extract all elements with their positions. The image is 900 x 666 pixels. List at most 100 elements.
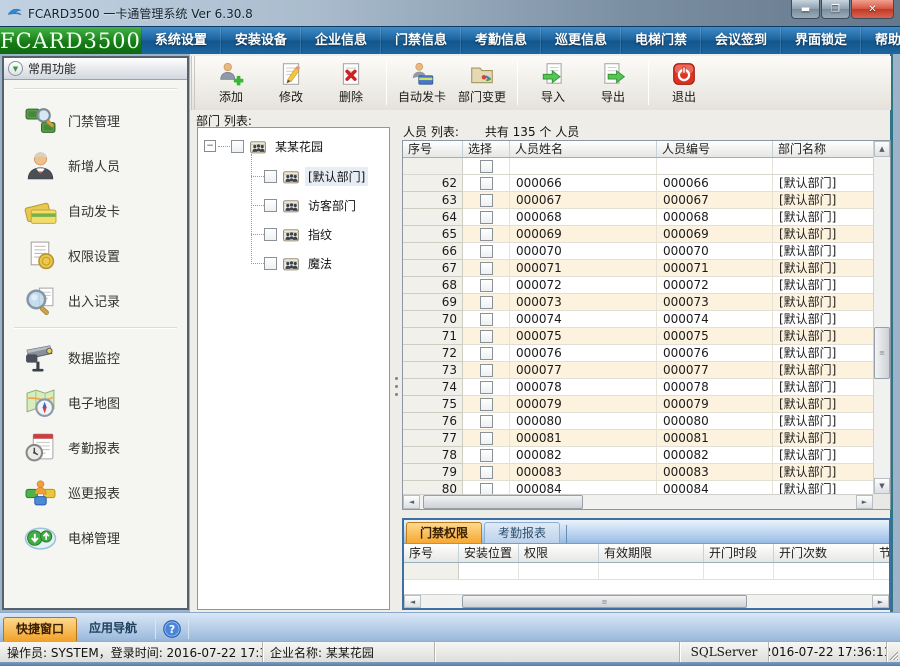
sidebar-item-attendance-report[interactable]: 考勤报表: [4, 425, 187, 470]
menu-item-meeting-signin[interactable]: 会议签到: [701, 27, 781, 54]
row-checkbox[interactable]: [480, 211, 493, 224]
row-checkbox[interactable]: [480, 364, 493, 377]
row-checkbox[interactable]: [480, 483, 493, 495]
tree-node-label[interactable]: 指纹: [305, 225, 335, 244]
scrollbar-thumb[interactable]: [423, 495, 583, 509]
row-checkbox[interactable]: [480, 228, 493, 241]
add-button[interactable]: 添加: [201, 58, 261, 108]
collapse-icon[interactable]: ▼: [8, 61, 23, 76]
table-row[interactable]: 72 000076 000076 [默认部门]: [403, 345, 873, 362]
table-row[interactable]: 68 000072 000072 [默认部门]: [403, 277, 873, 294]
sidebar-item-access-records[interactable]: 出入记录: [4, 278, 187, 323]
col-header-name[interactable]: 人员姓名: [510, 141, 657, 157]
sidebar-item-auto-card[interactable]: 自动发卡: [4, 188, 187, 233]
tab-attendance-report[interactable]: 考勤报表: [484, 522, 560, 543]
col-header-select[interactable]: 选择: [463, 141, 510, 157]
tree-checkbox[interactable]: [264, 170, 277, 183]
sidebar-item-data-monitor[interactable]: 数据监控: [4, 335, 187, 380]
row-checkbox[interactable]: [480, 449, 493, 462]
tree-root-node[interactable]: − 某某花园: [204, 136, 326, 156]
export-button[interactable]: 导出: [583, 58, 643, 108]
tree-checkbox[interactable]: [264, 257, 277, 270]
sidebar-item-door-management[interactable]: 门禁管理: [4, 98, 187, 143]
exit-button[interactable]: 退出: [654, 58, 714, 108]
dept-change-button[interactable]: 部门变更: [452, 58, 512, 108]
maximize-button[interactable]: ❐: [821, 0, 850, 19]
row-checkbox[interactable]: [480, 313, 493, 326]
table-row[interactable]: 70 000074 000074 [默认部门]: [403, 311, 873, 328]
table-row[interactable]: 63 000067 000067 [默认部门]: [403, 192, 873, 209]
tree-child-node[interactable]: [默认部门]: [264, 166, 368, 186]
table-row[interactable]: 80 000084 000084 [默认部门]: [403, 481, 873, 494]
menu-item-device-setup[interactable]: 安装设备: [221, 27, 301, 54]
table-row[interactable]: 71 000075 000075 [默认部门]: [403, 328, 873, 345]
row-checkbox[interactable]: [480, 296, 493, 309]
col-header-holiday[interactable]: 节假日: [874, 544, 889, 562]
help-icon[interactable]: ?: [162, 619, 182, 639]
table-row[interactable]: 64 000068 000068 [默认部门]: [403, 209, 873, 226]
row-checkbox[interactable]: [480, 177, 493, 190]
menu-item-access-info[interactable]: 门禁信息: [381, 27, 461, 54]
row-checkbox[interactable]: [480, 466, 493, 479]
col-header-index[interactable]: 序号: [403, 141, 463, 157]
col-header-open-count[interactable]: 开门次数: [774, 544, 874, 562]
row-checkbox[interactable]: [480, 415, 493, 428]
tree-child-node[interactable]: 访客部门: [264, 195, 359, 215]
col-header-permission[interactable]: 权限: [519, 544, 599, 562]
close-button[interactable]: ✕: [851, 0, 894, 19]
tree-node-label[interactable]: 魔法: [305, 254, 335, 273]
table-row[interactable]: 62 000066 000066 [默认部门]: [403, 175, 873, 192]
sidebar-item-patrol-report[interactable]: 巡更报表: [4, 470, 187, 515]
table-row[interactable]: 79 000083 000083 [默认部门]: [403, 464, 873, 481]
tree-checkbox[interactable]: [264, 199, 277, 212]
horizontal-scrollbar[interactable]: ◄ ►: [403, 494, 873, 509]
scroll-right-icon[interactable]: ►: [872, 595, 889, 608]
collapse-minus-icon[interactable]: −: [204, 140, 216, 152]
menu-item-lock-ui[interactable]: 界面锁定: [781, 27, 861, 54]
row-checkbox[interactable]: [480, 194, 493, 207]
menu-item-attendance-info[interactable]: 考勤信息: [461, 27, 541, 54]
vertical-scrollbar[interactable]: ▲ ≡ ▼: [873, 141, 890, 494]
table-row[interactable]: 67 000071 000071 [默认部门]: [403, 260, 873, 277]
scrollbar-thumb[interactable]: ≡: [874, 327, 890, 379]
tree-checkbox[interactable]: [264, 228, 277, 241]
tree-child-node[interactable]: 指纹: [264, 224, 335, 244]
table-row[interactable]: 75 000079 000079 [默认部门]: [403, 396, 873, 413]
row-checkbox[interactable]: [480, 262, 493, 275]
row-checkbox[interactable]: [480, 381, 493, 394]
select-all-checkbox[interactable]: [480, 160, 493, 173]
menu-item-help[interactable]: 帮助: [861, 27, 900, 54]
sidebar-item-permission-settings[interactable]: 权限设置: [4, 233, 187, 278]
minimize-button[interactable]: ▬: [791, 0, 820, 19]
resize-grip[interactable]: [887, 642, 900, 662]
col-header-validity[interactable]: 有效期限: [599, 544, 704, 562]
import-button[interactable]: 导入: [523, 58, 583, 108]
table-row[interactable]: 74 000078 000078 [默认部门]: [403, 379, 873, 396]
scroll-left-icon[interactable]: ◄: [404, 595, 421, 608]
menu-item-system-settings[interactable]: 系统设置: [141, 27, 221, 54]
tab-access-permission[interactable]: 门禁权限: [406, 522, 482, 543]
auto-card-button[interactable]: 自动发卡: [392, 58, 452, 108]
row-checkbox[interactable]: [480, 330, 493, 343]
tree-child-node[interactable]: 魔法: [264, 253, 335, 273]
row-checkbox[interactable]: [480, 279, 493, 292]
table-row[interactable]: 65 000069 000069 [默认部门]: [403, 226, 873, 243]
menu-item-elevator-access[interactable]: 电梯门禁: [621, 27, 701, 54]
scroll-up-icon[interactable]: ▲: [874, 141, 890, 157]
row-checkbox[interactable]: [480, 245, 493, 258]
scroll-left-icon[interactable]: ◄: [403, 495, 420, 509]
sidebar-header[interactable]: ▼ 常用功能: [4, 58, 187, 80]
table-row[interactable]: 76 000080 000080 [默认部门]: [403, 413, 873, 430]
tree-node-label[interactable]: 某某花园: [272, 137, 326, 156]
tab-quick-window[interactable]: 快捷窗口: [3, 617, 77, 641]
col-header-location[interactable]: 安装位置: [459, 544, 519, 562]
tab-app-navigation[interactable]: 应用导航: [77, 617, 149, 641]
tree-node-label[interactable]: [默认部门]: [305, 167, 368, 186]
sidebar-item-e-map[interactable]: 电子地图: [4, 380, 187, 425]
table-row[interactable]: 77 000081 000081 [默认部门]: [403, 430, 873, 447]
bottom-horizontal-scrollbar[interactable]: ◄ ≡ ►: [404, 594, 889, 608]
row-checkbox[interactable]: [480, 432, 493, 445]
sidebar-item-add-person[interactable]: 新增人员: [4, 143, 187, 188]
scrollbar-thumb[interactable]: ≡: [462, 595, 747, 608]
menu-item-patrol-info[interactable]: 巡更信息: [541, 27, 621, 54]
